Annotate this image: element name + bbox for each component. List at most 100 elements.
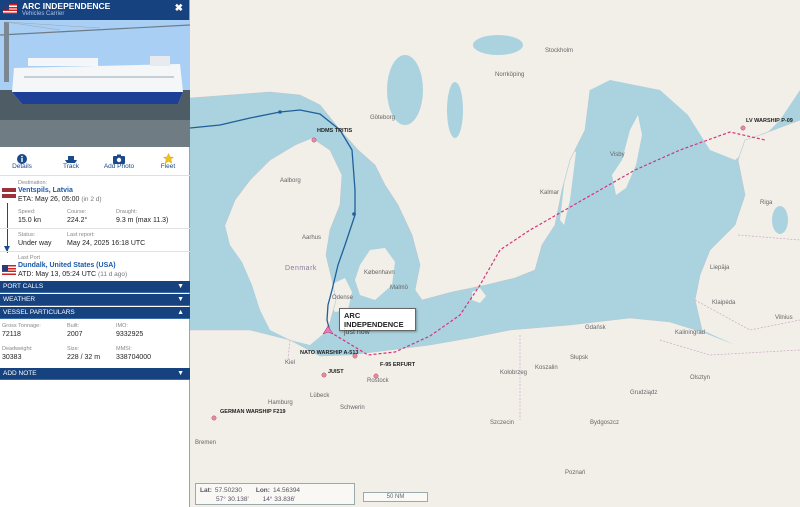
city-label: Lübeck [310, 393, 330, 399]
course-label: Course: [67, 209, 87, 215]
us-flag-icon [3, 4, 17, 14]
lat-label: Lat: [200, 487, 212, 494]
city-label: Koszalin [535, 365, 558, 371]
lon-decimal: 14.56394 [272, 487, 301, 494]
callout-timestamp: just now [344, 329, 370, 336]
details-button[interactable]: Details [2, 151, 42, 170]
vessel-photo[interactable] [0, 20, 190, 147]
port-calls-section[interactable]: PORT CALLS ▼ [0, 281, 190, 293]
track-label: Track [62, 163, 79, 170]
city-label: Riga [760, 200, 773, 206]
vessel-particulars-label: VESSEL PARTICULARS [3, 309, 75, 316]
chevron-down-icon: ▼ [177, 296, 184, 303]
star-icon [148, 151, 188, 164]
city-label: Kalmar [540, 190, 560, 196]
city-label: Malmö [390, 285, 409, 291]
mmsi-value: 338704000 [116, 354, 152, 361]
destination-label: Destination: [18, 180, 48, 186]
city-label: Szczecin [490, 420, 515, 426]
weather-label: WEATHER [3, 296, 36, 303]
built-value: 2007 [67, 331, 83, 338]
track-button[interactable]: Track [51, 151, 91, 170]
add-note-label: ADD NOTE [3, 370, 37, 377]
map-view[interactable]: HDMS TRITIS LV WARSHIP P-09 NATO WARSHIP… [190, 0, 800, 507]
status-label: Status: [18, 232, 36, 238]
info-icon [2, 151, 42, 164]
city-label: Kołobrzeg [500, 370, 528, 376]
ship-label[interactable]: F-95 ERFURT [380, 362, 415, 368]
status-value: Under way [18, 240, 52, 247]
draught-value: 9.3 m (max 11.3) [116, 217, 169, 224]
city-label: Bremen [195, 440, 217, 446]
eta-label: ETA: [18, 196, 34, 203]
last-port-label: Last Port [18, 255, 41, 261]
atd-relative: (11 d ago) [98, 271, 128, 278]
add-note-section[interactable]: ADD NOTE ▼ [0, 368, 190, 380]
details-label: Details [12, 163, 32, 170]
camera-icon [99, 151, 139, 164]
city-label: Stockholm [545, 48, 574, 54]
lat-decimal: 57.50230 [214, 487, 243, 494]
divider [0, 228, 190, 229]
city-label: København [364, 270, 395, 276]
city-label: Rostock [367, 378, 389, 384]
city-label: Göteborg [370, 115, 396, 121]
ship-label[interactable]: GERMAN WARSHIP F219 [220, 409, 286, 415]
draught-label: Draught: [116, 209, 138, 215]
vessel-header: ARC INDEPENDENCE Vehicles Carrier ✖ [0, 0, 189, 20]
vessel-photo-drawing [0, 20, 190, 147]
vessel-actions: Details Track Add Photo Fleet [0, 148, 190, 176]
deadweight-label: Deadweight: [2, 346, 33, 352]
mmsi-label: MMSI: [116, 346, 132, 352]
city-label: Visby [610, 152, 625, 158]
lon-dms: 14° 33.836' [262, 496, 296, 503]
us-flag-icon [2, 265, 16, 275]
course-value: 224.2° [67, 217, 88, 224]
speed-value: 15.0 kn [18, 217, 41, 224]
add-photo-button[interactable]: Add Photo [99, 151, 139, 170]
city-label: Aalborg [280, 178, 301, 184]
chevron-down-icon: ▼ [177, 370, 184, 377]
city-label: Grudziądz [630, 390, 658, 396]
vessel-particulars-section[interactable]: VESSEL PARTICULARS ▲ [0, 307, 190, 319]
vessel-callout[interactable]: ARC INDEPENDENCE just now [339, 308, 416, 336]
last-report-value: May 24, 2025 16:18 UTC [67, 240, 146, 247]
city-label: Schwerin [340, 405, 365, 411]
port-calls-label: PORT CALLS [3, 283, 44, 290]
ship-label[interactable]: HDMS TRITIS [317, 128, 352, 134]
ship-label[interactable]: LV WARSHIP P-09 [746, 118, 793, 124]
country-label: Denmark [285, 265, 317, 272]
city-label: Vilnius [775, 315, 793, 321]
eta-relative: (in 2 d) [81, 196, 102, 203]
lake-riga-gulf [772, 206, 788, 234]
destination-value[interactable]: Ventspils, Latvia [18, 187, 73, 194]
ship-icon [51, 151, 91, 163]
ship-label[interactable]: JUIST [328, 369, 344, 375]
vessel-name: ARC INDEPENDENCE [22, 1, 111, 11]
lat-dms: 57° 30.138' [216, 496, 249, 503]
lake-malaren [473, 35, 523, 55]
callout-vessel-name: ARC INDEPENDENCE [344, 311, 404, 329]
scale-bar: 50 NM [363, 492, 428, 502]
imo-value: 9332925 [116, 331, 144, 338]
lake-vattern [447, 82, 463, 138]
latvia-flag-icon [2, 188, 16, 198]
gross-tonnage-label: Gross Tonnage: [2, 323, 41, 329]
divider [0, 251, 190, 252]
weather-section[interactable]: WEATHER ▼ [0, 294, 190, 306]
close-icon[interactable]: ✖ [175, 3, 183, 14]
deadweight-value: 30383 [2, 354, 22, 361]
eta-value: May 26, 05:00 [35, 196, 80, 203]
last-port-value[interactable]: Dundalk, United States (USA) [18, 262, 116, 269]
speed-label: Speed: [18, 209, 36, 215]
vessel-type: Vehicles Carrier [22, 11, 65, 17]
fleet-button[interactable]: Fleet [148, 151, 188, 170]
vessel-sidebar: ARC INDEPENDENCE Vehicles Carrier ✖ Deta… [0, 0, 190, 507]
ship-label[interactable]: NATO WARSHIP A-513 [300, 350, 358, 356]
last-report-label: Last report: [67, 232, 95, 238]
city-label: Słupsk [570, 355, 589, 361]
add-photo-label: Add Photo [103, 163, 135, 170]
city-label: Liepāja [710, 265, 730, 271]
city-label: Kiel [285, 360, 296, 366]
city-label: Poznań [565, 470, 586, 476]
